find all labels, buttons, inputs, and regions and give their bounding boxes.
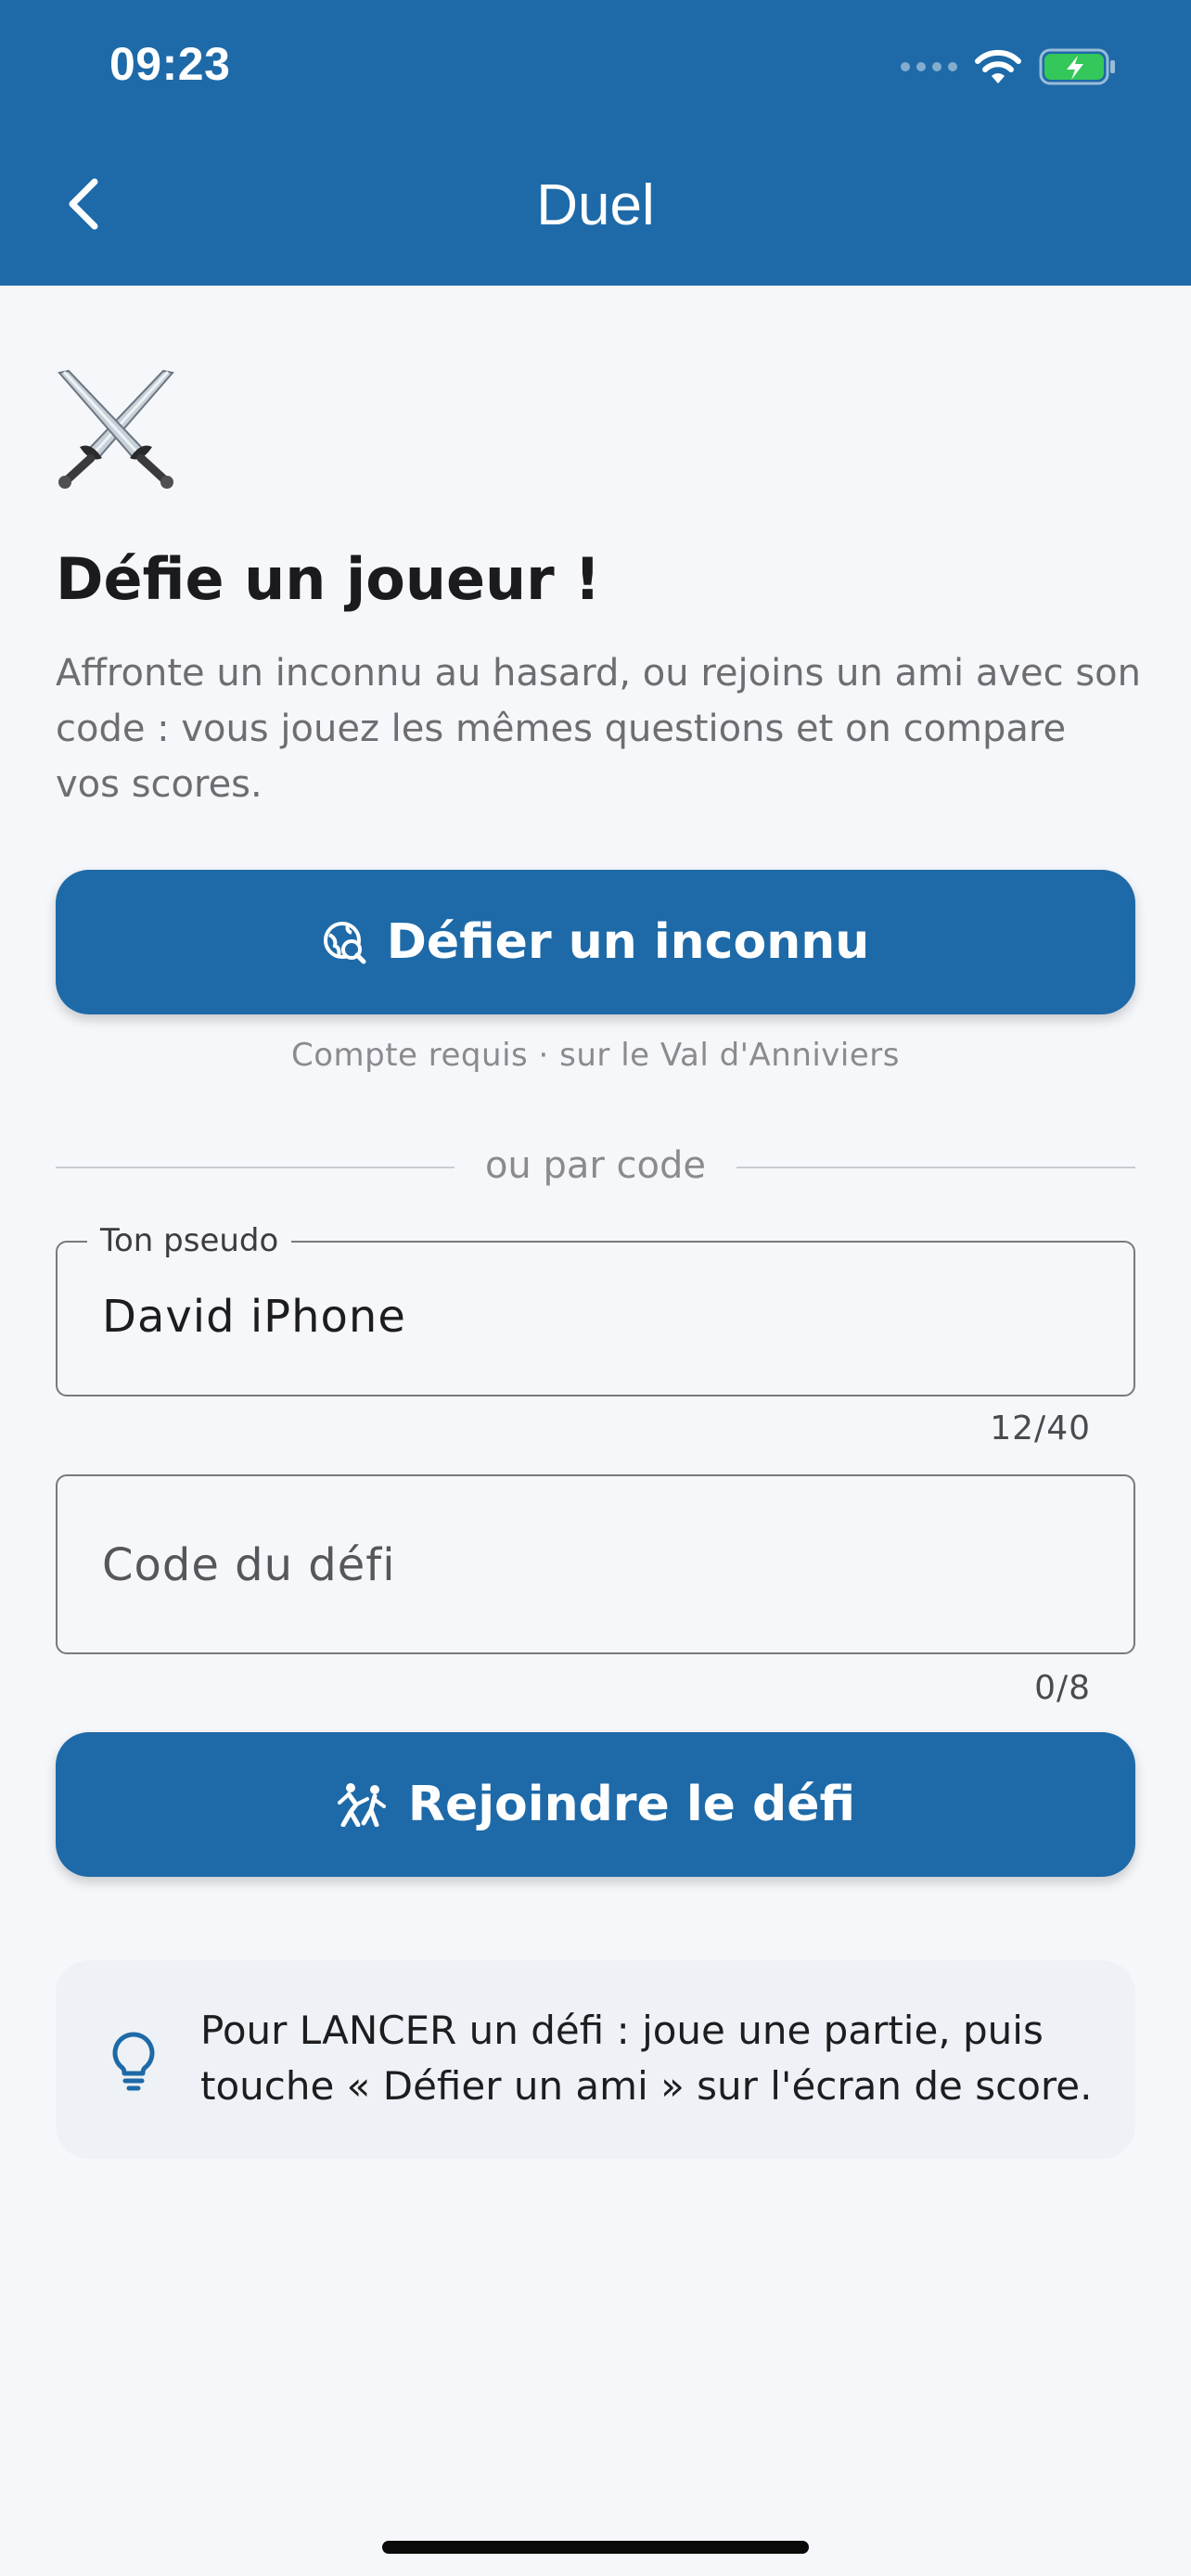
pseudo-char-counter: 12/40 xyxy=(990,1409,1091,1447)
code-char-counter: 0/8 xyxy=(1034,1669,1091,1707)
challenge-stranger-button[interactable]: Défier un inconnu xyxy=(56,870,1135,1014)
challenge-code-input[interactable]: Code du défi xyxy=(56,1474,1135,1654)
sports-kabaddi-icon xyxy=(337,1783,386,1827)
tip-text: Pour LANCER un défi : joue une partie, p… xyxy=(200,2008,1093,2109)
pseudo-input[interactable]: Ton pseudo David iPhone xyxy=(56,1222,1135,1396)
divider-line-right xyxy=(736,1167,1135,1168)
duel-screen: 09:23 Duel Défie un joueur ! Affronte un… xyxy=(0,0,1191,2576)
join-challenge-label: Rejoindre le défi xyxy=(407,1777,856,1832)
divider: ou par code xyxy=(56,1144,1135,1191)
challenge-code-placeholder: Code du défi xyxy=(102,1539,396,1591)
status-icons xyxy=(901,43,1117,91)
wifi-icon xyxy=(975,49,1021,83)
heading: Défie un joueur ! xyxy=(56,545,601,613)
account-required-note: Compte requis · sur le Val d'Anniviers xyxy=(290,1037,900,1074)
description: Affronte un inconnu au hasard, ou rejoin… xyxy=(56,652,1141,806)
travel-explore-icon xyxy=(323,922,366,964)
pseudo-label: Ton pseudo xyxy=(87,1222,292,1259)
cellular-signal-icon xyxy=(901,62,957,71)
join-challenge-button[interactable]: Rejoindre le défi xyxy=(56,1732,1135,1877)
divider-text: ou par code xyxy=(484,1144,707,1187)
page-title: Duel xyxy=(536,173,655,237)
pseudo-value: David iPhone xyxy=(102,1291,406,1343)
battery-charging-icon xyxy=(1039,48,1115,85)
home-indicator[interactable] xyxy=(382,2541,809,2554)
status-time: 09:23 xyxy=(109,38,231,90)
lightbulb-icon xyxy=(112,2032,155,2091)
app-bar: 09:23 Duel xyxy=(0,0,1191,286)
challenge-stranger-label: Défier un inconnu xyxy=(386,914,870,970)
crossed-swords-icon xyxy=(58,369,174,489)
tip-card: Pour LANCER un défi : joue une partie, p… xyxy=(56,1960,1135,2159)
